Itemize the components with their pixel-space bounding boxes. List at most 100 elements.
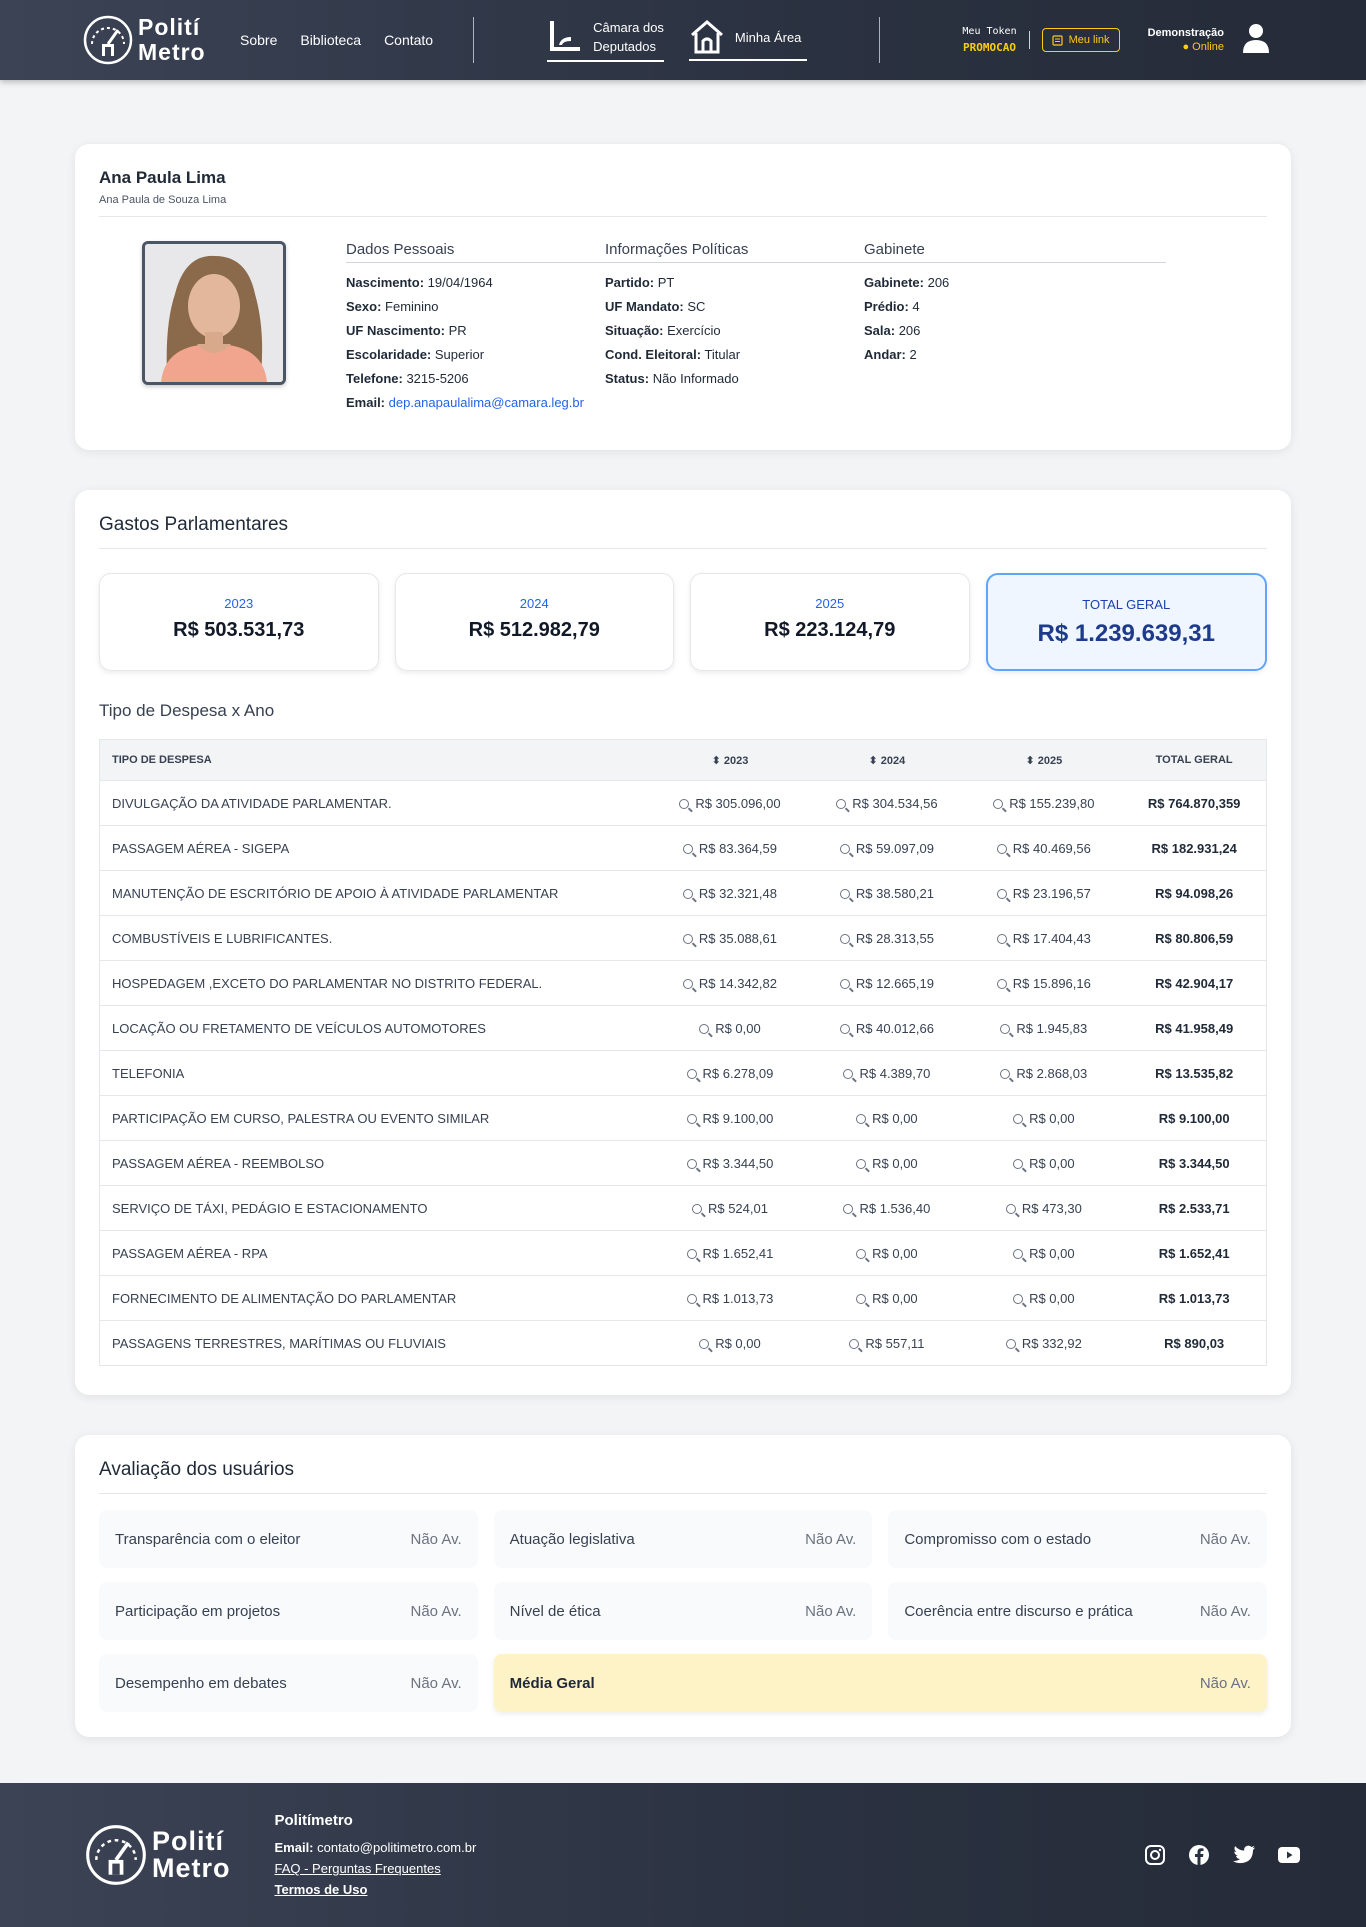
expense-detail-link[interactable]: R$ 0,00 [965,1140,1123,1186]
cell-value: R$ 41.958,49 [1155,1020,1234,1036]
cell-value: R$ 0,00 [872,1245,918,1261]
col-2024-sort[interactable]: ⬍ 2024 [808,739,966,781]
deputy-photo [142,241,286,385]
faq-link[interactable]: FAQ - Perguntas Frequentes [275,1861,441,1876]
rating-item[interactable]: Participação em projetos Não Av. [99,1582,478,1640]
instagram-icon[interactable] [1144,1844,1166,1866]
expense-detail-link[interactable]: R$ 0,00 [808,1230,966,1276]
expense-type: FORNECIMENTO DE ALIMENTAÇÃO DO PARLAMENT… [99,1275,652,1321]
user-name: Demonstração [1147,27,1224,39]
rating-item[interactable]: Coerência entre discurso e prática Não Av… [888,1582,1267,1640]
nav-minha-area[interactable]: Minha Área [688,19,808,61]
expense-detail-link[interactable]: R$ 3.344,50 [651,1140,809,1186]
expense-detail-link[interactable]: R$ 0,00 [651,1005,809,1051]
search-icon [839,1023,850,1034]
year-card-2024[interactable]: 2024 R$ 512.982,79 [394,573,674,671]
expense-detail-link[interactable]: R$ 557,11 [808,1320,966,1366]
nav-camara-deputados[interactable]: Câmara dos Deputados [547,18,664,62]
expense-detail-link[interactable]: R$ 1.652,41 [651,1230,809,1276]
expense-detail-link[interactable]: R$ 304.534,56 [808,780,966,826]
facebook-icon[interactable] [1188,1844,1210,1866]
user-avatar-icon[interactable] [1242,23,1270,58]
expense-detail-link[interactable]: R$ 0,00 [808,1275,966,1321]
col-total-geral: TOTAL GERAL [1122,739,1267,781]
info-row: Telefone: 3215-5206 [346,367,596,391]
expense-detail-link[interactable]: R$ 1.945,83 [965,1005,1123,1051]
cell-value: R$ 32.321,48 [698,885,777,901]
expense-detail-link[interactable]: R$ 0,00 [808,1095,966,1141]
table-header-row: TIPO DE DESPESA ⬍ 2023 ⬍ 2024 ⬍ 2025 TOT… [99,739,1267,781]
cell-value: R$ 40.012,66 [855,1020,934,1036]
expense-detail-link[interactable]: R$ 6.278,09 [651,1050,809,1096]
deputy-name: Ana Paula Lima [99,168,226,187]
expense-detail-link[interactable]: R$ 0,00 [965,1095,1123,1141]
expense-detail-link[interactable]: R$ 83.364,59 [651,825,809,871]
expense-detail-link[interactable]: R$ 32.321,48 [651,870,809,916]
expense-detail-link[interactable]: R$ 40.469,56 [965,825,1123,871]
rating-label: Participação em projetos [115,1602,281,1620]
expense-detail-link[interactable]: R$ 28.313,55 [808,915,966,961]
search-icon [839,888,850,899]
expense-detail-link[interactable]: R$ 4.389,70 [808,1050,966,1096]
nav-sobre[interactable]: Sobre [240,32,277,48]
expense-detail-link[interactable]: R$ 524,01 [651,1185,809,1231]
expense-detail-link[interactable]: R$ 23.196,57 [965,870,1123,916]
col-2023-sort[interactable]: ⬍ 2023 [651,739,809,781]
expense-detail-link[interactable]: R$ 59.097,09 [808,825,966,871]
expense-detail-link[interactable]: R$ 40.012,66 [808,1005,966,1051]
expense-detail-link[interactable]: R$ 35.088,61 [651,915,809,961]
avaliacao-card: Avaliação dos usuários Transparência com… [75,1435,1291,1737]
info-row: Escolaridade: Superior [346,343,596,367]
terms-link[interactable]: Termos de Uso [275,1882,368,1897]
table-row: PASSAGEM AÉREA - REEMBOLSO R$ 3.344,50 R$ … [99,1140,1267,1186]
rating-item[interactable]: Nível de ética Não Av. [493,1582,873,1640]
rating-item[interactable]: Transparência com o eleitor Não Av. [99,1510,478,1568]
expense-detail-link[interactable]: R$ 38.580,21 [808,870,966,916]
expense-detail-link[interactable]: R$ 17.404,43 [965,915,1123,961]
meu-link-button[interactable]: Meu link [1041,28,1120,52]
expense-detail-link[interactable]: R$ 0,00 [965,1275,1123,1321]
expense-detail-link[interactable]: R$ 2.868,03 [965,1050,1123,1096]
expense-detail-link[interactable]: R$ 9.100,00 [651,1095,809,1141]
col-tipo-despesa: TIPO DE DESPESA [99,739,652,781]
expense-detail-link[interactable]: R$ 15.896,16 [965,960,1123,1006]
expense-detail-link[interactable]: R$ 305.096,00 [651,780,809,826]
expense-detail-link[interactable]: R$ 0,00 [965,1230,1123,1276]
expense-type: TELEFONIA [99,1050,652,1096]
rating-label: Atuação legislativa [509,1530,635,1548]
total-value: R$ 1.239.639,31 [1037,620,1215,647]
expense-detail-link[interactable]: R$ 0,00 [808,1140,966,1186]
rating-label: Nível de ética [509,1602,601,1620]
youtube-icon[interactable] [1278,1847,1300,1863]
rating-item[interactable]: Desempenho em debates Não Av. [99,1654,478,1712]
nav-biblioteca[interactable]: Biblioteca [300,32,361,48]
nav-contato[interactable]: Contato [384,32,433,48]
year-card-2023[interactable]: 2023 R$ 503.531,73 [99,573,379,671]
table-row: PASSAGEM AÉREA - SIGEPA R$ 83.364,59 R$ 59… [99,825,1267,871]
cell-value: R$ 38.580,21 [855,885,934,901]
expense-type: MANUTENÇÃO DE ESCRITÓRIO DE APOIO À ATIV… [99,870,652,916]
expense-detail-link[interactable]: R$ 332,92 [965,1320,1123,1366]
expense-detail-link[interactable]: R$ 1.013,73 [651,1275,809,1321]
media-label: Média Geral [509,1674,595,1692]
expense-detail-link[interactable]: R$ 1.536,40 [808,1185,966,1231]
cell-value: LOCAÇÃO OU FRETAMENTO DE VEÍCULOS AUTOMO… [112,1020,486,1036]
rating-item[interactable]: Compromisso com o estado Não Av. [888,1510,1267,1568]
site-logo[interactable]: Polití Metro [82,14,206,66]
footer-logo[interactable]: Polití Metro [84,1823,231,1887]
expense-detail-link[interactable]: R$ 14.342,82 [651,960,809,1006]
rating-item[interactable]: Atuação legislativa Não Av. [493,1510,873,1568]
year-card-2025[interactable]: 2025 R$ 223.124,79 [690,573,970,671]
email-link[interactable]: dep.anapaulalima@camara.leg.br [389,395,584,410]
search-icon [1000,1068,1011,1079]
expense-detail-link[interactable]: R$ 12.665,19 [808,960,966,1006]
expense-detail-link[interactable]: R$ 473,30 [965,1185,1123,1231]
expense-type: PASSAGEM AÉREA - SIGEPA [99,825,652,871]
search-icon [996,888,1007,899]
twitter-icon[interactable] [1232,1845,1256,1865]
col-2025-sort[interactable]: ⬍ 2025 [965,739,1123,781]
expense-detail-link[interactable]: R$ 155.239,80 [965,780,1123,826]
footer-email-label: Email: [274,1840,314,1855]
expense-detail-link[interactable]: R$ 0,00 [651,1320,809,1366]
year-value: R$ 503.531,73 [173,619,305,641]
